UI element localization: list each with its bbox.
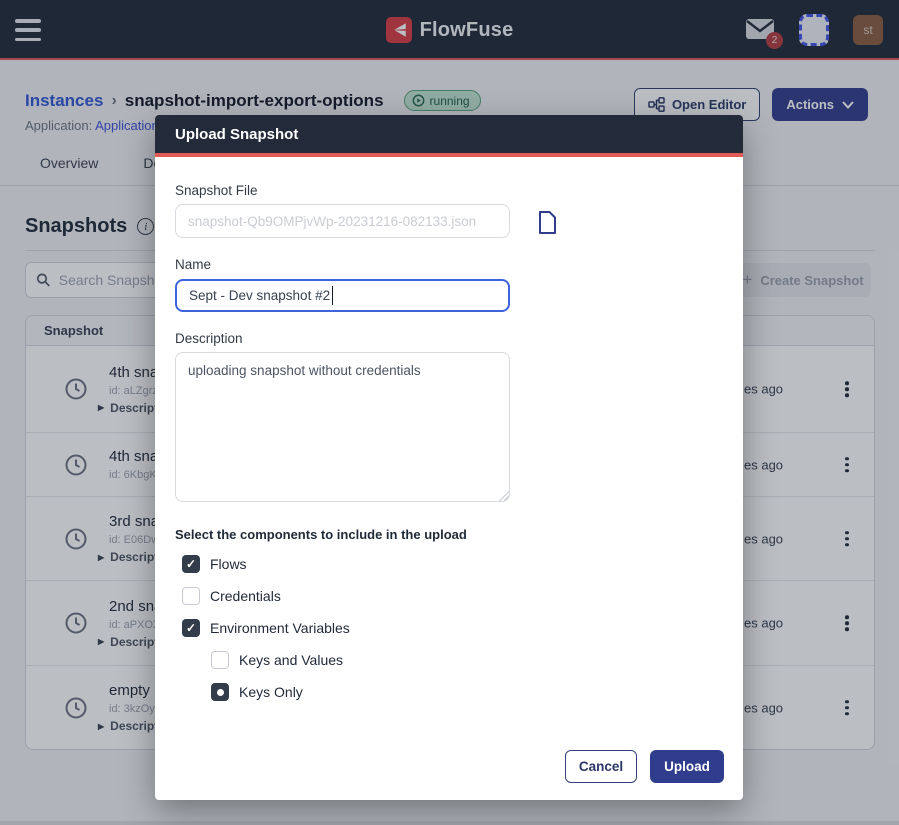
- checkbox-row-keys-and-values[interactable]: Keys and Values: [211, 651, 343, 669]
- modal-header: Upload Snapshot: [155, 115, 743, 157]
- name-input[interactable]: [175, 279, 510, 312]
- keys-only-checkbox[interactable]: [211, 683, 229, 701]
- credentials-checkbox[interactable]: [182, 587, 200, 605]
- modal-footer: Cancel Upload: [155, 750, 743, 783]
- cancel-button[interactable]: Cancel: [565, 750, 637, 783]
- text-caret: [332, 286, 333, 305]
- check-icon: ✓: [186, 558, 196, 570]
- checkbox-row-credentials[interactable]: Credentials: [182, 587, 281, 605]
- flows-label: Flows: [210, 556, 247, 572]
- snapshot-file-label: Snapshot File: [175, 183, 258, 198]
- upload-snapshot-modal: Upload Snapshot Snapshot File Name Descr…: [155, 115, 743, 800]
- checkbox-row-flows[interactable]: ✓ Flows: [182, 555, 247, 573]
- check-icon: ✓: [186, 622, 196, 634]
- upload-button[interactable]: Upload: [650, 750, 724, 783]
- checkbox-row-keys-only[interactable]: Keys Only: [211, 683, 303, 701]
- keys-and-values-label: Keys and Values: [239, 652, 343, 668]
- modal-title: Upload Snapshot: [175, 126, 298, 143]
- description-textarea[interactable]: uploading snapshot without credentials: [175, 352, 510, 502]
- keys-and-values-checkbox[interactable]: [211, 651, 229, 669]
- name-label: Name: [175, 257, 211, 272]
- document-icon: [537, 210, 558, 235]
- environment-variables-checkbox[interactable]: ✓: [182, 619, 200, 637]
- choose-file-button[interactable]: [537, 210, 558, 235]
- environment-variables-label: Environment Variables: [210, 620, 350, 636]
- description-label: Description: [175, 331, 243, 346]
- flows-checkbox[interactable]: ✓: [182, 555, 200, 573]
- dot-icon: [217, 689, 224, 696]
- keys-only-label: Keys Only: [239, 684, 303, 700]
- components-label: Select the components to include in the …: [175, 527, 467, 542]
- snapshot-file-input[interactable]: [175, 204, 510, 238]
- checkbox-row-environment-variables[interactable]: ✓ Environment Variables: [182, 619, 350, 637]
- credentials-label: Credentials: [210, 588, 281, 604]
